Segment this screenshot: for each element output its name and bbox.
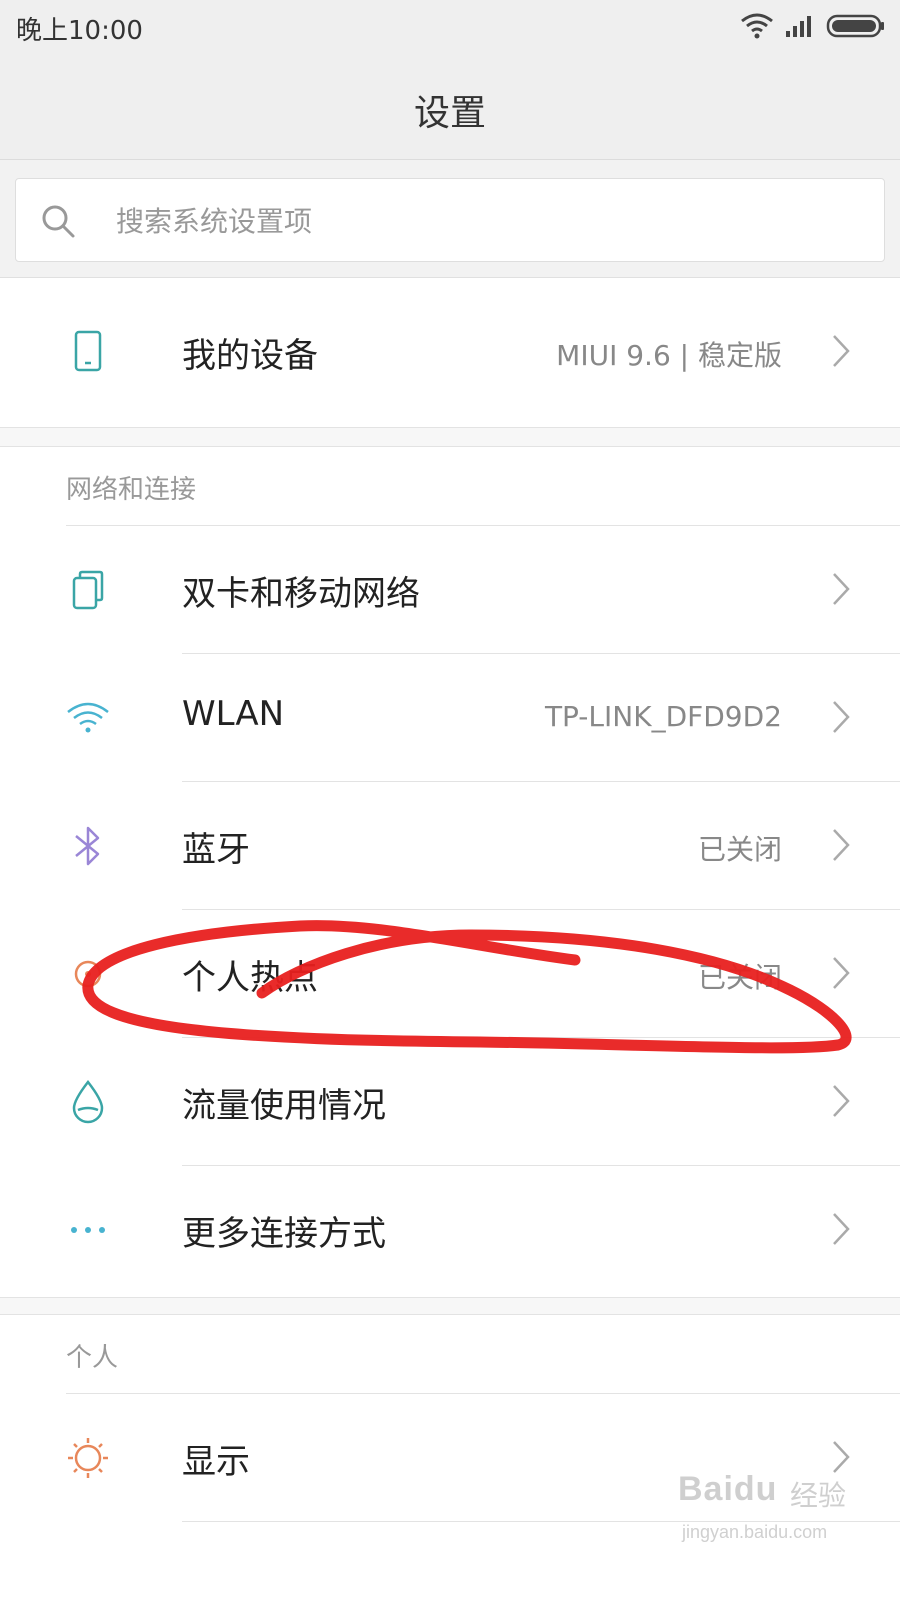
chevron-right-icon: [833, 1441, 850, 1473]
search-zone: [0, 160, 900, 278]
status-time: 晚上10:00: [16, 16, 143, 46]
data-usage-icon: [72, 1079, 104, 1124]
chevron-right-icon: [833, 573, 850, 605]
settings-item-value: MIUI 9.6 | 稳定版: [556, 339, 782, 372]
section-header: 个人: [66, 1343, 119, 1373]
settings-item-label: 流量使用情况: [182, 1086, 386, 1126]
settings-item-value: 已关闭: [697, 833, 782, 866]
baidu-jingyan-watermark: Baidu 经验 jingyan.baidu.com: [678, 1470, 848, 1560]
chevron-right-icon: [833, 1213, 850, 1245]
hotspot-icon: [74, 960, 102, 988]
watermark-suffix: 经验: [790, 1480, 847, 1511]
cellular-signal-icon: [786, 16, 811, 37]
settings-item-dual-sim[interactable]: 双卡和移动网络: [0, 526, 900, 654]
wifi-icon: [67, 702, 109, 733]
chevron-right-icon: [833, 829, 850, 861]
settings-item-label: 个人热点: [182, 958, 318, 998]
sim-card-icon: [72, 570, 104, 610]
settings-item-label: 蓝牙: [182, 830, 250, 870]
bluetooth-icon: [75, 826, 100, 866]
phone-device-icon: [74, 330, 102, 372]
settings-item-label: 双卡和移动网络: [182, 574, 420, 614]
chevron-right-icon: [833, 957, 850, 989]
title-bar: 设置: [0, 52, 900, 160]
chevron-right-icon: [833, 1085, 850, 1117]
display-brightness-icon: [68, 1438, 108, 1478]
settings-item-label: 我的设备: [182, 336, 318, 376]
watermark-url: jingyan.baidu.com: [682, 1522, 828, 1542]
battery-icon: [826, 14, 884, 38]
device-block: 我的设备 MIUI 9.6 | 稳定版: [0, 278, 900, 428]
settings-item-more-connections[interactable]: 更多连接方式: [0, 1166, 900, 1294]
search-box[interactable]: [15, 178, 885, 263]
search-input[interactable]: [116, 179, 856, 263]
settings-item-value: TP-LINK_DFD9D2: [544, 700, 782, 733]
settings-item-bluetooth[interactable]: 蓝牙 已关闭: [0, 782, 900, 910]
chevron-right-icon: [833, 701, 850, 733]
watermark-logo: Baidu: [678, 1470, 778, 1508]
settings-item-label: 更多连接方式: [182, 1214, 386, 1254]
settings-item-value: 已关闭: [697, 961, 782, 994]
wifi-signal-icon: [741, 13, 773, 39]
settings-item-my-device[interactable]: 我的设备 MIUI 9.6 | 稳定版: [0, 288, 900, 416]
chevron-right-icon: [833, 335, 850, 367]
section-header: 网络和连接: [66, 475, 197, 505]
settings-item-label: 显示: [182, 1442, 250, 1482]
status-bar: 晚上10:00: [0, 0, 900, 52]
status-icons: [740, 12, 886, 40]
page-title: 设置: [413, 93, 486, 134]
network-section: 网络和连接 双卡和移动网络 WLAN TP-LINK_DFD9D2 蓝牙 已关闭…: [0, 446, 900, 1298]
settings-item-hotspot[interactable]: 个人热点 已关闭: [0, 910, 900, 1038]
settings-item-wlan[interactable]: WLAN TP-LINK_DFD9D2: [0, 654, 900, 782]
more-dots-icon: [71, 1227, 105, 1233]
settings-item-label: WLAN: [182, 694, 285, 734]
search-icon: [42, 205, 75, 238]
settings-item-data-usage[interactable]: 流量使用情况: [0, 1038, 900, 1166]
